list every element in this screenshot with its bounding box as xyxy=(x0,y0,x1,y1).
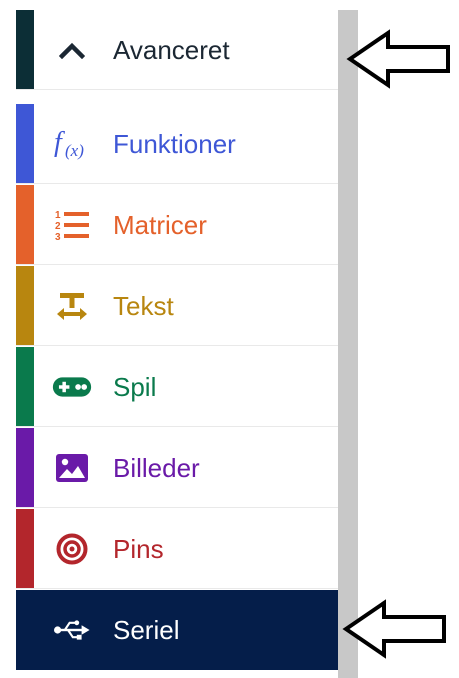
usb-icon xyxy=(52,590,92,670)
function-icon: f (x) xyxy=(52,104,92,184)
category-label: Spil xyxy=(113,371,157,402)
svg-text:f: f xyxy=(54,127,65,158)
category-label: Pins xyxy=(113,533,164,564)
category-color-stripe xyxy=(16,347,34,426)
category-color-stripe xyxy=(16,266,34,345)
category-color-stripe xyxy=(16,590,34,670)
arrow-left-icon xyxy=(342,599,446,659)
image-icon xyxy=(52,428,92,508)
svg-text:3: 3 xyxy=(55,232,61,242)
toolbox-panel: Avanceret f (x) Funktioner 1 2 3 Matrice… xyxy=(16,10,338,678)
svg-text:1: 1 xyxy=(55,210,61,221)
category-label: Tekst xyxy=(113,290,174,321)
category-color-stripe xyxy=(16,104,34,183)
arrow-left-icon xyxy=(346,29,450,89)
gamepad-icon xyxy=(52,347,92,427)
category-advanced[interactable]: Avanceret xyxy=(16,10,338,90)
category-label: Matricer xyxy=(113,209,207,240)
category-functions[interactable]: f (x) Funktioner xyxy=(16,104,338,184)
category-arrays[interactable]: 1 2 3 Matricer xyxy=(16,185,338,265)
chevron-up-icon xyxy=(52,10,92,90)
category-serial[interactable]: Seriel xyxy=(16,590,338,670)
svg-text:(x): (x) xyxy=(65,141,84,160)
category-color-stripe xyxy=(16,428,34,507)
category-pins[interactable]: Pins xyxy=(16,509,338,589)
category-color-stripe xyxy=(16,185,34,264)
category-label: Billeder xyxy=(113,452,200,483)
category-label: Avanceret xyxy=(113,34,230,65)
category-color-stripe xyxy=(16,10,34,89)
category-label: Funktioner xyxy=(113,128,236,159)
category-label: Seriel xyxy=(113,614,180,645)
category-game[interactable]: Spil xyxy=(16,347,338,427)
scrollbar[interactable] xyxy=(338,10,358,678)
category-images[interactable]: Billeder xyxy=(16,428,338,508)
category-text[interactable]: Tekst xyxy=(16,266,338,346)
target-icon xyxy=(52,509,92,589)
text-format-icon xyxy=(52,266,92,346)
svg-text:2: 2 xyxy=(55,221,61,232)
category-color-stripe xyxy=(16,509,34,588)
numbered-list-icon: 1 2 3 xyxy=(52,185,92,265)
